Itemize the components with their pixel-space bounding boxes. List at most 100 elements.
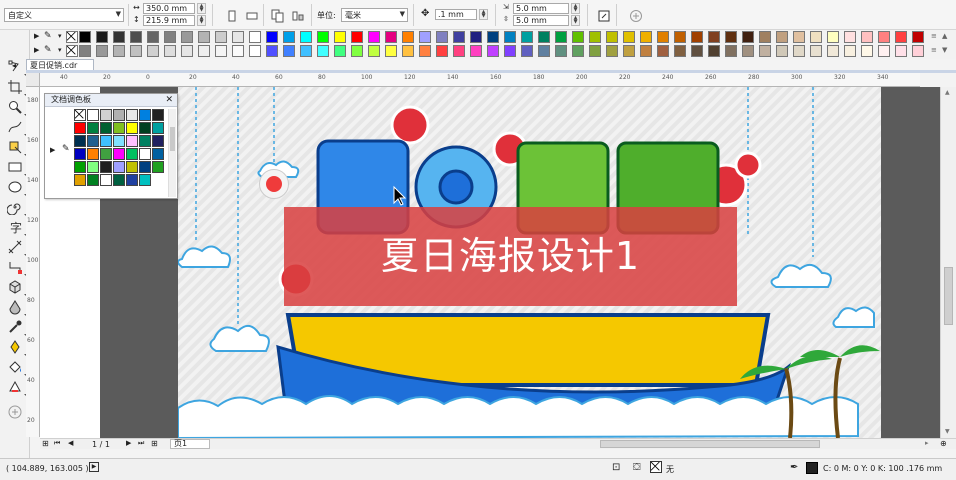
color-swatch[interactable] bbox=[283, 31, 295, 43]
color-swatch[interactable] bbox=[640, 45, 652, 57]
color-swatch[interactable] bbox=[657, 31, 669, 43]
docker-color-swatch[interactable] bbox=[126, 122, 138, 134]
color-swatch[interactable] bbox=[759, 45, 771, 57]
no-color-swatch[interactable] bbox=[66, 45, 78, 57]
docker-color-swatch[interactable] bbox=[74, 174, 86, 186]
nudge-spinner[interactable]: ▲ ▼ bbox=[479, 9, 488, 20]
vertical-scrollbar[interactable]: ▲ ▼ bbox=[940, 87, 956, 438]
color-swatch[interactable] bbox=[249, 31, 261, 43]
color-swatch[interactable] bbox=[487, 45, 499, 57]
docker-color-swatch[interactable] bbox=[152, 148, 164, 160]
color-swatch[interactable] bbox=[844, 31, 856, 43]
docker-color-swatch[interactable] bbox=[74, 122, 86, 134]
color-swatch[interactable] bbox=[827, 45, 839, 57]
extrude-tool[interactable] bbox=[7, 279, 27, 297]
no-color-swatch[interactable] bbox=[74, 109, 86, 121]
color-swatch[interactable] bbox=[130, 31, 142, 43]
interactive-fill-tool[interactable] bbox=[7, 379, 27, 397]
color-swatch[interactable] bbox=[266, 45, 278, 57]
color-swatch[interactable] bbox=[572, 31, 584, 43]
color-swatch[interactable] bbox=[283, 45, 295, 57]
crop-tool[interactable] bbox=[7, 79, 27, 97]
color-swatch[interactable] bbox=[725, 45, 737, 57]
docker-color-swatch[interactable] bbox=[100, 148, 112, 160]
ruler-origin[interactable] bbox=[26, 73, 40, 87]
color-swatch[interactable] bbox=[436, 45, 448, 57]
page-frame-button[interactable] bbox=[596, 8, 610, 22]
color-swatch[interactable] bbox=[113, 45, 125, 57]
zoom-fit-icon[interactable]: ⊕ bbox=[940, 439, 947, 448]
docker-color-swatch[interactable] bbox=[113, 148, 125, 160]
color-swatch[interactable] bbox=[249, 45, 261, 57]
zoom-tool[interactable] bbox=[7, 99, 27, 117]
color-swatch[interactable] bbox=[385, 45, 397, 57]
color-swatch[interactable] bbox=[453, 31, 465, 43]
docker-scrollbar[interactable] bbox=[168, 109, 176, 197]
color-swatch[interactable] bbox=[487, 31, 499, 43]
vertical-scroll-thumb[interactable] bbox=[944, 267, 953, 325]
color-swatch[interactable] bbox=[504, 45, 516, 57]
docker-color-swatch[interactable] bbox=[113, 122, 125, 134]
color-swatch[interactable] bbox=[589, 45, 601, 57]
color-swatch[interactable] bbox=[538, 31, 550, 43]
docker-color-swatch[interactable] bbox=[74, 135, 86, 147]
docker-color-swatch[interactable] bbox=[152, 122, 164, 134]
last-page-icon[interactable]: ⏭ bbox=[138, 439, 144, 448]
color-swatch[interactable] bbox=[912, 31, 924, 43]
color-swatch[interactable] bbox=[725, 31, 737, 43]
add-page-icon[interactable]: ⊞ bbox=[42, 439, 49, 448]
palette-scroll-icon[interactable]: ▲ bbox=[942, 32, 947, 40]
color-swatch[interactable] bbox=[691, 31, 703, 43]
page-width-field[interactable]: 350.0 mm bbox=[143, 3, 195, 14]
color-swatch[interactable] bbox=[895, 45, 907, 57]
docker-color-swatch[interactable] bbox=[113, 174, 125, 186]
color-swatch[interactable] bbox=[402, 45, 414, 57]
duplicate-x-field[interactable]: 5.0 mm bbox=[513, 3, 569, 14]
color-swatch[interactable] bbox=[572, 45, 584, 57]
color-swatch[interactable] bbox=[810, 31, 822, 43]
docker-color-swatch[interactable] bbox=[113, 135, 125, 147]
docker-color-swatch[interactable] bbox=[126, 109, 138, 121]
color-swatch[interactable] bbox=[793, 31, 805, 43]
color-swatch[interactable] bbox=[657, 45, 669, 57]
units-select[interactable]: 毫米 ▼ bbox=[341, 8, 408, 22]
palette-expand-icon[interactable]: ▶ bbox=[50, 146, 55, 154]
color-swatch[interactable] bbox=[317, 45, 329, 57]
docker-color-swatch[interactable] bbox=[74, 161, 86, 173]
docker-scroll-thumb[interactable] bbox=[170, 127, 175, 151]
docker-color-swatch[interactable] bbox=[126, 148, 138, 160]
docker-color-swatch[interactable] bbox=[152, 135, 164, 147]
docker-color-swatch[interactable] bbox=[100, 135, 112, 147]
play-icon[interactable]: ▶ bbox=[89, 462, 99, 472]
add-page-after-icon[interactable]: ⊞ bbox=[151, 439, 158, 448]
color-swatch[interactable] bbox=[334, 45, 346, 57]
docker-color-swatch[interactable] bbox=[87, 161, 99, 173]
color-swatch[interactable] bbox=[470, 45, 482, 57]
color-swatch[interactable] bbox=[521, 45, 533, 57]
dimension-tool[interactable] bbox=[7, 239, 27, 257]
color-swatch[interactable] bbox=[538, 45, 550, 57]
color-swatch[interactable] bbox=[895, 31, 907, 43]
document-color-icon[interactable]: ⊡ bbox=[612, 462, 620, 473]
docker-color-swatch[interactable] bbox=[139, 122, 151, 134]
docker-color-swatch[interactable] bbox=[87, 109, 99, 121]
docker-color-swatch[interactable] bbox=[139, 109, 151, 121]
docker-color-swatch[interactable] bbox=[126, 135, 138, 147]
no-color-swatch[interactable] bbox=[66, 31, 78, 43]
record-indicator[interactable] bbox=[259, 169, 289, 199]
all-pages-button[interactable] bbox=[270, 8, 284, 23]
docker-color-swatch[interactable] bbox=[100, 122, 112, 134]
tab-menu-icon[interactable]: ◂ bbox=[12, 61, 16, 70]
docker-color-swatch[interactable] bbox=[87, 174, 99, 186]
color-swatch[interactable] bbox=[810, 45, 822, 57]
docker-color-swatch[interactable] bbox=[100, 174, 112, 186]
duplicate-x-spinner[interactable]: ▲ ▼ bbox=[571, 3, 580, 14]
color-swatch[interactable] bbox=[198, 45, 210, 57]
color-swatch[interactable] bbox=[300, 45, 312, 57]
color-swatch[interactable] bbox=[776, 31, 788, 43]
transparency-tool[interactable] bbox=[7, 299, 27, 317]
color-swatch[interactable] bbox=[198, 31, 210, 43]
color-swatch[interactable] bbox=[827, 31, 839, 43]
docker-color-swatch[interactable] bbox=[139, 135, 151, 147]
color-swatch[interactable] bbox=[878, 45, 890, 57]
